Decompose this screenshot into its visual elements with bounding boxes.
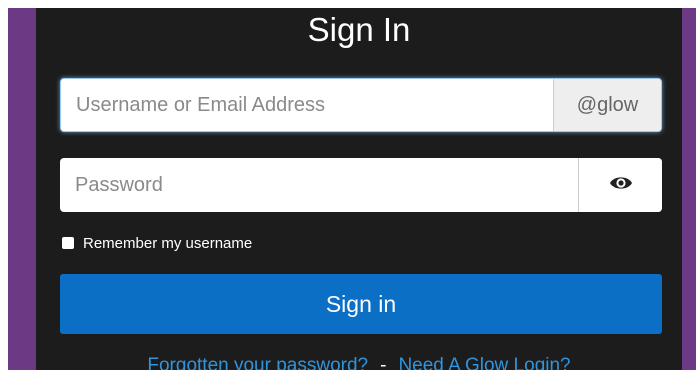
brand-sidebar-right: [682, 0, 696, 376]
page-edge-top: [0, 0, 696, 8]
help-links: Forgotten your password? - Need A Glow Log…: [36, 354, 682, 370]
username-input[interactable]: [61, 79, 554, 131]
brand-sidebar-left: [8, 0, 36, 376]
glow-domain-suffix: @glow: [553, 79, 661, 131]
sign-in-panel: Sign In @glow Remember my username Sign …: [36, 8, 682, 370]
remember-username-label: Remember my username: [83, 234, 253, 252]
password-input-group: [60, 158, 662, 212]
remember-username-checkbox[interactable]: [62, 237, 74, 249]
link-separator: -: [380, 355, 387, 370]
eye-icon: [609, 175, 633, 196]
username-input-group: @glow: [60, 78, 662, 132]
need-glow-login-link[interactable]: Need A Glow Login?: [398, 355, 570, 370]
page-edge-left: [0, 0, 8, 376]
page-title: Sign In: [307, 11, 411, 48]
forgot-password-link[interactable]: Forgotten your password?: [147, 355, 368, 370]
show-password-button[interactable]: [578, 158, 662, 212]
sign-in-button[interactable]: Sign in: [60, 274, 662, 334]
remember-username[interactable]: Remember my username: [60, 232, 252, 254]
password-input[interactable]: [60, 158, 576, 212]
page-edge-bottom: [0, 370, 696, 376]
